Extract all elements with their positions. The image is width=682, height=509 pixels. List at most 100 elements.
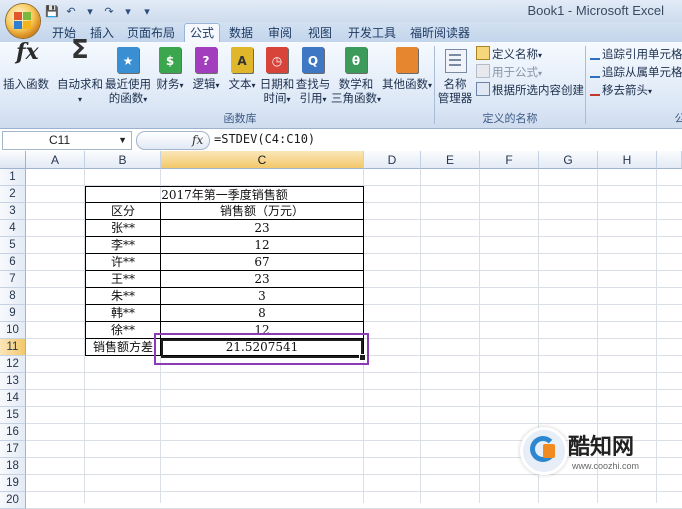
table-cell-sales[interactable]: 67	[160, 254, 364, 271]
row-header-10[interactable]: 10	[0, 322, 26, 339]
trace-precedents-icon	[590, 46, 600, 60]
row-header-16[interactable]: 16	[0, 424, 26, 441]
row-header-8[interactable]: 8	[0, 288, 26, 305]
undo-icon[interactable]: ↶	[63, 4, 79, 18]
column-header-e[interactable]: E	[421, 151, 480, 169]
column-header-a[interactable]: A	[26, 151, 85, 169]
undo-dropdown-icon[interactable]: ▾	[82, 4, 98, 18]
header-sales[interactable]: 销售额（万元）	[160, 203, 364, 220]
row-header-15[interactable]: 15	[0, 407, 26, 424]
trace-dependents-button[interactable]: 追踪从属单元格	[590, 64, 682, 80]
table-cell-name[interactable]: 许**	[85, 254, 161, 271]
watermark: 酷知网 www.coozhi.com	[520, 425, 670, 485]
table-cell-name[interactable]: 韩**	[85, 305, 161, 322]
table-cell-name[interactable]: 王**	[85, 271, 161, 288]
row-header-20[interactable]: 20	[0, 492, 26, 509]
use-in-formula-button[interactable]: 用于公式▾	[476, 64, 542, 80]
insert-function-fx-button[interactable]: fx	[136, 131, 210, 150]
table-cell-sales[interactable]: 8	[160, 305, 364, 322]
recently-used-button[interactable]: ★ 最近使用 的函数▾	[104, 45, 152, 107]
redo-icon[interactable]: ↷	[101, 4, 117, 18]
trace-precedents-button[interactable]: 追踪引用单元格	[590, 46, 682, 62]
highlight-annotation	[154, 333, 369, 365]
lookup-reference-button[interactable]: Q 查找与 引用▾	[294, 45, 332, 107]
table-cell-sales[interactable]: 12	[160, 237, 364, 254]
tab-data[interactable]: 数据	[227, 25, 255, 42]
column-header-g[interactable]: G	[539, 151, 598, 169]
remove-arrows-button[interactable]: 移去箭头▾	[590, 82, 652, 98]
math-label-2: 三角函数▾	[330, 91, 381, 105]
math-trig-button[interactable]: θ 数学和 三角函数▾	[330, 45, 382, 107]
finance-book-icon: $	[157, 45, 183, 75]
office-button[interactable]	[6, 4, 40, 38]
text-button[interactable]: A 文本▾	[224, 45, 260, 93]
column-header-partial	[657, 151, 682, 169]
window-title: Book1 - Microsoft Excel	[527, 3, 664, 18]
row-header-1[interactable]: 1	[0, 169, 26, 186]
header-category[interactable]: 区分	[85, 203, 161, 220]
row-header-17[interactable]: 17	[0, 441, 26, 458]
formula-input[interactable]: =STDEV(C4:C10)	[214, 131, 315, 148]
more-functions-button[interactable]: 其他函数▾	[382, 45, 432, 93]
gridline	[26, 372, 682, 373]
table-cell-name[interactable]: 徐**	[85, 322, 161, 339]
create-from-selection-button[interactable]: 根据所选内容创建	[476, 82, 584, 98]
row-header-4[interactable]: 4	[0, 220, 26, 237]
column-header-d[interactable]: D	[364, 151, 421, 169]
column-header-b[interactable]: B	[85, 151, 161, 169]
save-icon[interactable]: 💾	[44, 4, 60, 18]
table-cell-name[interactable]: 张**	[85, 220, 161, 237]
select-all-corner[interactable]	[0, 151, 26, 169]
table-cell-sales[interactable]: 23	[160, 220, 364, 237]
tab-view[interactable]: 视图	[306, 25, 334, 42]
insert-function-button[interactable]: fx 插入函数	[3, 39, 49, 91]
column-header-f[interactable]: F	[480, 151, 539, 169]
date-time-button[interactable]: ◷ 日期和 时间▾	[258, 45, 296, 107]
row-header-14[interactable]: 14	[0, 390, 26, 407]
tab-review[interactable]: 审阅	[266, 25, 294, 42]
table-cell-sales[interactable]: 3	[160, 288, 364, 305]
table-title[interactable]: 2017年第一季度销售额	[85, 186, 364, 203]
text-book-icon: A	[229, 45, 255, 75]
define-name-button[interactable]: 定义名称▾	[476, 46, 542, 62]
column-header-h[interactable]: H	[598, 151, 657, 169]
row-header-12[interactable]: 12	[0, 356, 26, 373]
redo-dropdown-icon[interactable]: ▾	[120, 4, 136, 18]
row-header-13[interactable]: 13	[0, 373, 26, 390]
table-cell-name[interactable]: 朱**	[85, 288, 161, 305]
table-cell-name[interactable]: 李**	[85, 237, 161, 254]
result-label[interactable]: 销售额方差	[85, 339, 161, 356]
fx-icon: fx	[16, 39, 39, 65]
create-from-selection-icon	[476, 82, 490, 96]
tab-developer[interactable]: 开发工具	[346, 25, 398, 42]
name-manager-button[interactable]: 名称 管理器	[436, 45, 474, 105]
row-header-9[interactable]: 9	[0, 305, 26, 322]
customize-qat-icon[interactable]: ▾	[139, 4, 155, 18]
tab-formulas[interactable]: 公式	[184, 23, 220, 43]
row-header-7[interactable]: 7	[0, 271, 26, 288]
row-header-2[interactable]: 2	[0, 186, 26, 203]
row-header-6[interactable]: 6	[0, 254, 26, 271]
column-header-c[interactable]: C	[161, 151, 364, 169]
tab-foxit-reader[interactable]: 福昕阅读器	[408, 25, 472, 42]
date-time-label-1: 日期和	[259, 77, 295, 91]
financial-button[interactable]: $ 财务▾	[152, 45, 188, 93]
brand-logo-icon	[520, 427, 568, 475]
row-header-5[interactable]: 5	[0, 237, 26, 254]
row-header-11[interactable]: 11	[0, 339, 26, 356]
tab-page-layout[interactable]: 页面布局	[125, 25, 177, 42]
logical-button[interactable]: ? 逻辑▾	[188, 45, 224, 93]
math-label-1: 数学和	[338, 77, 374, 91]
name-box[interactable]: C11 ▼	[2, 131, 132, 150]
group-label-defined-names: 定义的名称	[482, 112, 538, 125]
tab-insert[interactable]: 插入	[88, 25, 116, 42]
autosum-button[interactable]: Σ 自动求和▾	[56, 35, 104, 107]
date-book-icon: ◷	[264, 45, 290, 75]
row-header-18[interactable]: 18	[0, 458, 26, 475]
sigma-icon: Σ	[71, 35, 89, 65]
row-header-19[interactable]: 19	[0, 475, 26, 492]
name-box-dropdown-icon[interactable]: ▼	[118, 132, 127, 149]
row-header-3[interactable]: 3	[0, 203, 26, 220]
insert-function-label: 插入函数	[3, 77, 49, 91]
table-cell-sales[interactable]: 23	[160, 271, 364, 288]
